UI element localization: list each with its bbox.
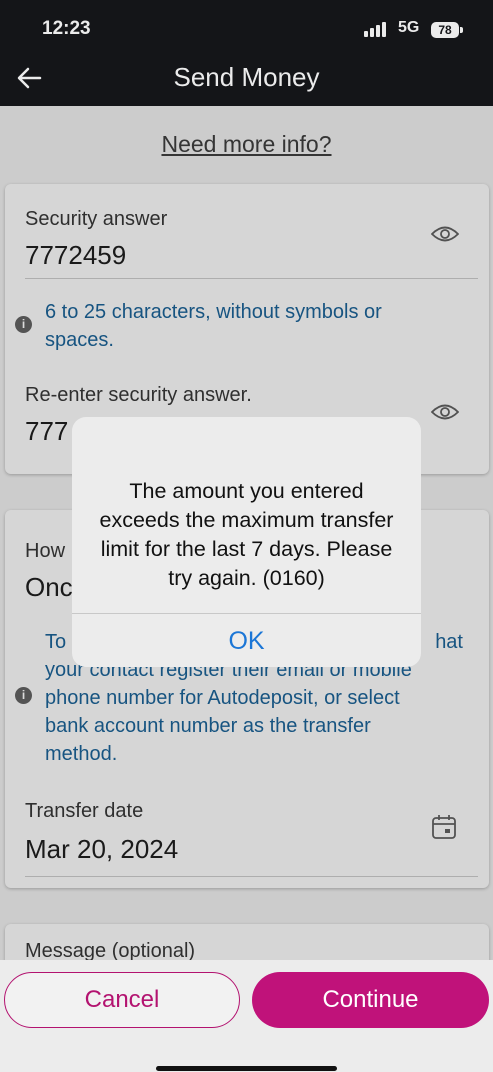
security-answer-hint: 6 to 25 characters, without symbols or s… <box>45 301 382 351</box>
action-bar: Cancel Continue <box>0 960 493 1072</box>
back-arrow-icon[interactable] <box>14 62 46 94</box>
frequency-dropdown[interactable]: Onc <box>25 572 73 603</box>
calendar-icon[interactable] <box>431 814 457 840</box>
info-icon: i <box>15 687 32 704</box>
notice-line: phone number for Autodeposit, or select <box>45 687 400 709</box>
status-time: 12:23 <box>42 18 91 39</box>
transfer-date-label: Transfer date <box>25 800 144 822</box>
info-icon: i <box>15 316 32 333</box>
security-answer-label: Security answer <box>25 208 168 230</box>
transfer-date-field[interactable]: Mar 20, 2024 <box>25 834 178 865</box>
page-title: Send Money <box>173 62 320 92</box>
home-indicator[interactable] <box>156 1066 337 1071</box>
answer-underline <box>25 278 478 279</box>
show-password-eye-icon[interactable] <box>431 402 459 422</box>
battery-icon: 78 <box>431 22 463 38</box>
date-underline <box>25 876 478 877</box>
nav-bar: Send Money <box>0 56 493 106</box>
frequency-label: How <box>25 540 66 562</box>
alert-message: The amount you entered exceeds the maxim… <box>99 479 394 590</box>
notice-line: hat <box>435 631 463 653</box>
show-password-eye-icon[interactable] <box>431 224 459 244</box>
cancel-button[interactable]: Cancel <box>4 972 240 1028</box>
notice-line: bank account number as the transfer <box>45 715 371 737</box>
security-answer-field[interactable]: 7772459 <box>25 240 126 271</box>
signal-icon <box>364 21 390 37</box>
notice-line: To <box>45 631 67 653</box>
network-type: 5G <box>398 19 420 36</box>
notice-line: method. <box>45 743 118 765</box>
reenter-answer-field[interactable]: 777 <box>25 416 68 447</box>
reenter-answer-label: Re-enter security answer. <box>25 384 252 406</box>
ok-button[interactable]: OK <box>72 614 421 667</box>
continue-button[interactable]: Continue <box>252 972 489 1028</box>
need-more-info-link[interactable]: Need more info? <box>0 131 493 158</box>
alert-dialog: The amount you entered exceeds the maxim… <box>72 417 421 667</box>
status-bar: 12:23 5G 78 <box>0 0 493 56</box>
